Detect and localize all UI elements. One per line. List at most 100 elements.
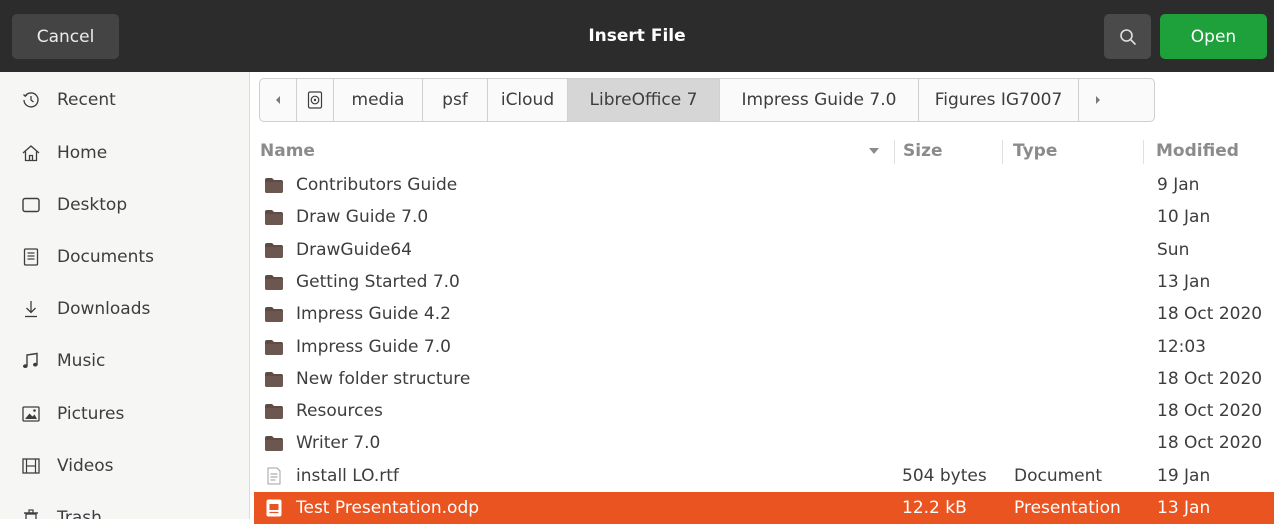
column-header-modified[interactable]: Modified [1156, 136, 1274, 166]
folder-icon [264, 176, 284, 194]
header-bar: Cancel Insert File Open [0, 0, 1274, 72]
folder-icon [264, 305, 284, 323]
chevron-left-icon [276, 96, 280, 104]
path-crumb[interactable]: media [334, 79, 423, 121]
file-name: Writer 7.0 [296, 433, 381, 454]
file-row[interactable]: DrawGuide64 Sun [254, 234, 1274, 266]
trash-icon [20, 507, 42, 519]
file-row[interactable]: Writer 7.0 18 Oct 2020 [254, 427, 1274, 459]
file-row[interactable]: Resources 18 Oct 2020 [254, 395, 1274, 427]
sidebar-item-label: Music [57, 351, 106, 371]
file-row[interactable]: Draw Guide 7.0 10 Jan [254, 201, 1274, 233]
file-name: Impress Guide 4.2 [296, 304, 451, 325]
column-type-label: Type [1013, 141, 1058, 161]
open-button[interactable]: Open [1160, 14, 1267, 59]
folder-icon [264, 370, 284, 388]
file-name: Impress Guide 7.0 [296, 336, 451, 357]
file-name: DrawGuide64 [296, 239, 412, 260]
folder-icon [264, 338, 284, 356]
file-modified: 10 Jan [1157, 207, 1211, 228]
file-type: Document [1014, 465, 1103, 486]
path-crumb[interactable]: Impress Guide 7.0 [720, 79, 919, 121]
file-modified: 18 Oct 2020 [1157, 368, 1263, 389]
sidebar-item-label: Downloads [57, 299, 151, 319]
path-root-button[interactable] [297, 79, 334, 121]
sidebar-item-desktop[interactable]: Desktop [0, 179, 249, 231]
path-bar: media psf iCloud LibreOffice 7 Impress G… [259, 78, 1155, 122]
folder-icon [264, 273, 284, 291]
column-header-name[interactable]: Name [260, 136, 890, 166]
file-row[interactable]: Contributors Guide 9 Jan [254, 169, 1274, 201]
music-icon [20, 350, 42, 372]
folder-icon [264, 208, 284, 226]
sidebar-item-label: Videos [57, 456, 114, 476]
file-row[interactable]: Getting Started 7.0 13 Jan [254, 266, 1274, 298]
column-separator [1143, 140, 1144, 164]
sort-descending-icon [869, 148, 879, 154]
column-name-label: Name [260, 141, 315, 161]
search-button[interactable] [1104, 14, 1151, 59]
videos-icon [20, 455, 42, 477]
presentation-file-icon [264, 499, 284, 517]
file-modified: 9 Jan [1157, 175, 1200, 195]
sidebar-item-music[interactable]: Music [0, 335, 249, 387]
path-crumb[interactable]: psf [423, 79, 488, 121]
sidebar-item-label: Documents [57, 247, 154, 267]
places-sidebar: Recent Home Desktop Documents Downloads … [0, 72, 250, 519]
file-name: Resources [296, 401, 383, 422]
file-name: install LO.rtf [296, 465, 399, 486]
sidebar-item-recent[interactable]: Recent [0, 74, 249, 126]
file-row[interactable]: install LO.rtf 504 bytes Document 19 Jan [254, 460, 1274, 492]
file-modified: 13 Jan [1157, 498, 1211, 518]
documents-icon [20, 246, 42, 268]
file-size: 12.2 kB [902, 498, 967, 518]
sidebar-item-label: Pictures [57, 404, 125, 424]
file-name: New folder structure [296, 368, 471, 389]
column-header-type[interactable]: Type [1013, 136, 1138, 166]
file-type: Presentation [1014, 498, 1121, 518]
sidebar-item-label: Trash [57, 508, 102, 519]
file-row[interactable]: Impress Guide 4.2 18 Oct 2020 [254, 298, 1274, 330]
sidebar-item-trash[interactable]: Trash [0, 492, 249, 519]
path-crumb-active[interactable]: LibreOffice 7 [568, 79, 720, 121]
path-crumb[interactable]: Figures IG7007 [919, 79, 1079, 121]
search-icon [1119, 28, 1136, 45]
path-scroll-left-button[interactable] [260, 79, 297, 121]
file-row-selected[interactable]: Test Presentation.odp 12.2 kB Presentation… [254, 492, 1274, 524]
folder-icon [264, 241, 284, 259]
file-row[interactable]: Impress Guide 7.0 12:03 [254, 331, 1274, 363]
file-modified: 18 Oct 2020 [1157, 433, 1263, 454]
file-name: Test Presentation.odp [296, 498, 480, 518]
chevron-right-icon [1095, 96, 1100, 104]
file-modified: 19 Jan [1157, 465, 1211, 486]
file-modified: Sun [1157, 239, 1190, 260]
file-modified: 18 Oct 2020 [1157, 304, 1263, 325]
sidebar-item-label: Desktop [57, 195, 128, 215]
path-scroll-right-button[interactable] [1079, 79, 1116, 121]
column-separator [1002, 140, 1003, 164]
file-name: Getting Started 7.0 [296, 271, 460, 292]
folder-icon [264, 402, 284, 420]
sidebar-item-downloads[interactable]: Downloads [0, 283, 249, 335]
cancel-button[interactable]: Cancel [12, 14, 119, 59]
path-crumb[interactable]: iCloud [488, 79, 568, 121]
file-modified: 13 Jan [1157, 271, 1211, 292]
sidebar-item-videos[interactable]: Videos [0, 440, 249, 492]
column-header-size[interactable]: Size [903, 136, 998, 166]
column-separator [894, 140, 895, 164]
sidebar-item-home[interactable]: Home [0, 127, 249, 179]
drive-icon [307, 91, 323, 109]
file-size: 504 bytes [902, 465, 987, 486]
column-size-label: Size [903, 141, 943, 161]
sidebar-item-label: Home [57, 143, 108, 163]
column-modified-label: Modified [1156, 141, 1239, 161]
file-modified: 12:03 [1157, 336, 1206, 357]
folder-icon [264, 434, 284, 452]
file-row[interactable]: New folder structure 18 Oct 2020 [254, 363, 1274, 395]
sidebar-item-pictures[interactable]: Pictures [0, 388, 249, 440]
file-name: Contributors Guide [296, 175, 458, 195]
clock-icon [20, 89, 42, 111]
sidebar-item-label: Recent [57, 90, 116, 110]
home-icon [20, 142, 42, 164]
sidebar-item-documents[interactable]: Documents [0, 231, 249, 283]
